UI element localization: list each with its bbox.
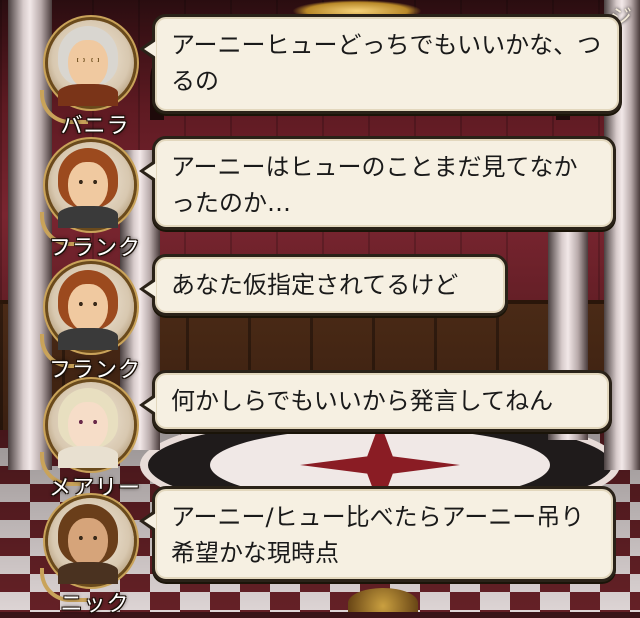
redhead-man-portrait[interactable]: フランク <box>40 264 140 383</box>
redhead-man-portrait[interactable]: フランク <box>40 142 140 261</box>
portrait-face <box>68 40 108 88</box>
bearded-man-portrait[interactable]: ニック <box>40 498 136 617</box>
ornament-bottom <box>348 588 418 612</box>
portrait-face <box>68 284 108 332</box>
portrait-eyes <box>76 180 100 184</box>
speech-bubble: アーニーヒューどっちでもいいかな、つるの <box>139 14 622 114</box>
portrait-face <box>68 402 108 450</box>
speaker-name: バニラ <box>60 114 130 139</box>
portrait-eyes <box>76 420 100 424</box>
speaker-name: ニック <box>60 592 130 617</box>
glasses-icon <box>76 58 100 62</box>
portrait-eyes <box>76 302 100 306</box>
speech-bubble: あなた仮指定されてるけど <box>139 254 508 316</box>
speech-bubble: アーニーはヒューのことまだ見てなかったのか… <box>139 136 616 230</box>
blonde-woman-portrait[interactable]: メアリー <box>40 382 140 501</box>
portrait-face <box>68 162 108 210</box>
grandmother-portrait[interactable]: バニラ <box>40 20 136 139</box>
speech-bubble: アーニー/ヒュー比べたらアーニー吊り希望かな現時点 <box>139 486 616 582</box>
speaker-name: フランク <box>48 236 141 261</box>
speech-bubble: 何かしらでもいいから発言してねん <box>139 370 612 432</box>
speaker-name: フランク <box>48 358 141 383</box>
portrait-eyes <box>76 536 100 540</box>
portrait-face <box>68 518 108 566</box>
